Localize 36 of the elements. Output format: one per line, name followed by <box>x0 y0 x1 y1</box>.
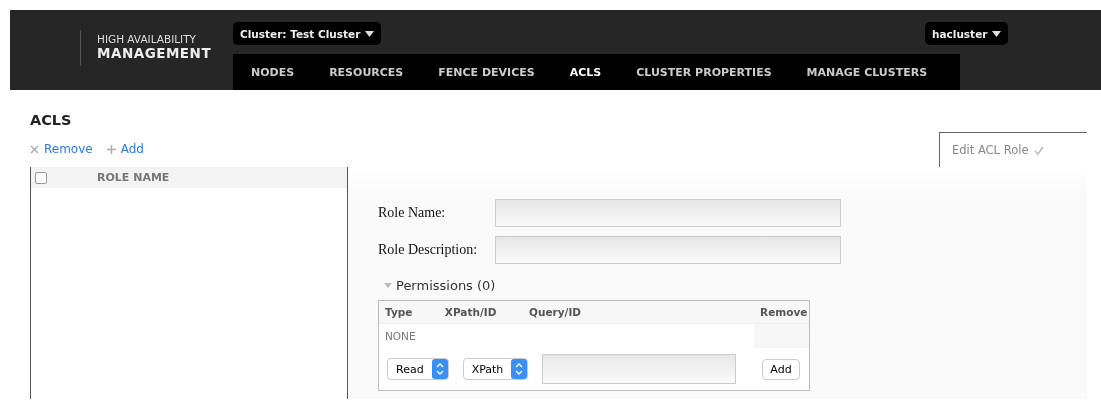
stepper-icon <box>431 359 448 379</box>
plus-icon <box>106 144 116 154</box>
caret-icon <box>992 29 1002 38</box>
toolbar-link[interactable]: Add <box>106 142 144 156</box>
caret-icon <box>365 29 375 38</box>
nav-tab[interactable]: NODES <box>251 65 295 79</box>
cluster-dropdown[interactable]: Cluster: Test Cluster <box>233 22 382 45</box>
field-label: Role Description: <box>378 241 479 258</box>
select-dropdown[interactable]: Read <box>387 358 449 380</box>
nav-tab[interactable]: CLUSTER PROPERTIES <box>636 65 772 79</box>
column-header: Remove <box>759 306 809 318</box>
page-title: ACLS <box>30 112 73 130</box>
stepper-icon <box>511 359 528 379</box>
input-field[interactable] <box>495 235 841 264</box>
field-label: Role Name: <box>378 204 447 221</box>
nav-tab[interactable]: RESOURCES <box>329 65 404 79</box>
section-toggle[interactable]: Permissions (0) <box>396 277 496 293</box>
column-header: Type <box>384 306 414 318</box>
empty-text: NONE <box>384 330 417 342</box>
add-button[interactable]: Add <box>762 358 800 380</box>
column-header: XPath/ID <box>443 306 498 318</box>
user-dropdown[interactable]: hacluster <box>925 22 1009 45</box>
select-all-checkbox[interactable] <box>35 171 47 184</box>
logo-text: HIGH AVAILABILITY <box>97 33 197 45</box>
column-header: ROLE NAME <box>97 171 170 184</box>
nav-tab[interactable]: ACLS <box>569 65 602 79</box>
check-icon <box>1034 145 1045 155</box>
logo-text: MANAGEMENT <box>97 45 213 61</box>
toolbar-link[interactable]: Remove <box>30 142 93 156</box>
nav-tab[interactable]: MANAGE CLUSTERS <box>806 65 928 79</box>
input-field[interactable] <box>542 354 737 384</box>
close-icon <box>30 144 39 154</box>
select-dropdown[interactable]: XPath <box>462 358 529 380</box>
input-field[interactable] <box>495 198 841 227</box>
nav-tab[interactable]: FENCE DEVICES <box>438 65 535 79</box>
column-header: Query/ID <box>528 306 583 318</box>
